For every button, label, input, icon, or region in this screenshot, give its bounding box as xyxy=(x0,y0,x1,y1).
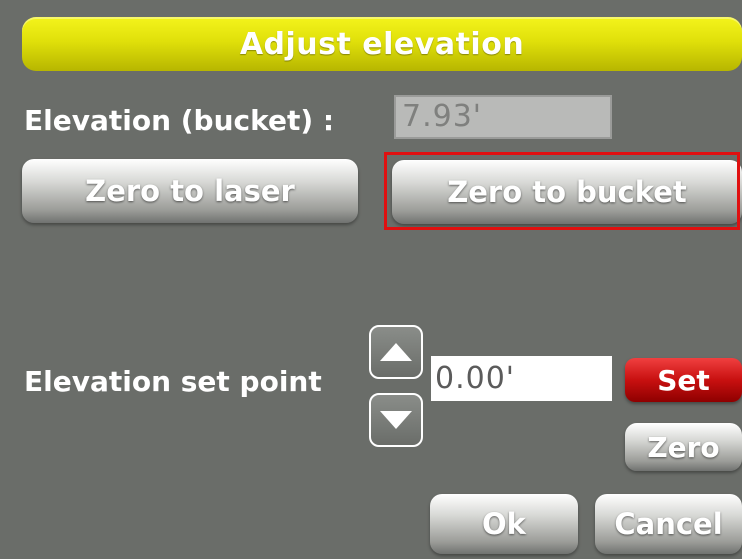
highlight-box xyxy=(384,152,740,230)
set-point-input[interactable]: 0.00' xyxy=(431,356,612,401)
title-bar: Adjust elevation xyxy=(22,17,742,71)
cancel-button[interactable]: Cancel xyxy=(595,494,742,554)
increment-button[interactable] xyxy=(369,325,423,379)
triangle-down-icon xyxy=(380,411,412,429)
elevation-set-point-label: Elevation set point xyxy=(24,365,322,398)
adjust-elevation-screen: Adjust elevation Elevation (bucket) : 7.… xyxy=(0,0,742,559)
ok-button[interactable]: Ok xyxy=(430,494,578,554)
page-title: Adjust elevation xyxy=(239,26,525,62)
triangle-up-icon xyxy=(380,343,412,361)
elevation-bucket-label: Elevation (bucket) : xyxy=(24,104,335,137)
zero-to-laser-button[interactable]: Zero to laser xyxy=(22,159,358,223)
elevation-bucket-value: 7.93' xyxy=(394,95,612,139)
decrement-button[interactable] xyxy=(369,393,423,447)
zero-button[interactable]: Zero xyxy=(625,423,742,471)
set-button[interactable]: Set xyxy=(625,358,742,402)
